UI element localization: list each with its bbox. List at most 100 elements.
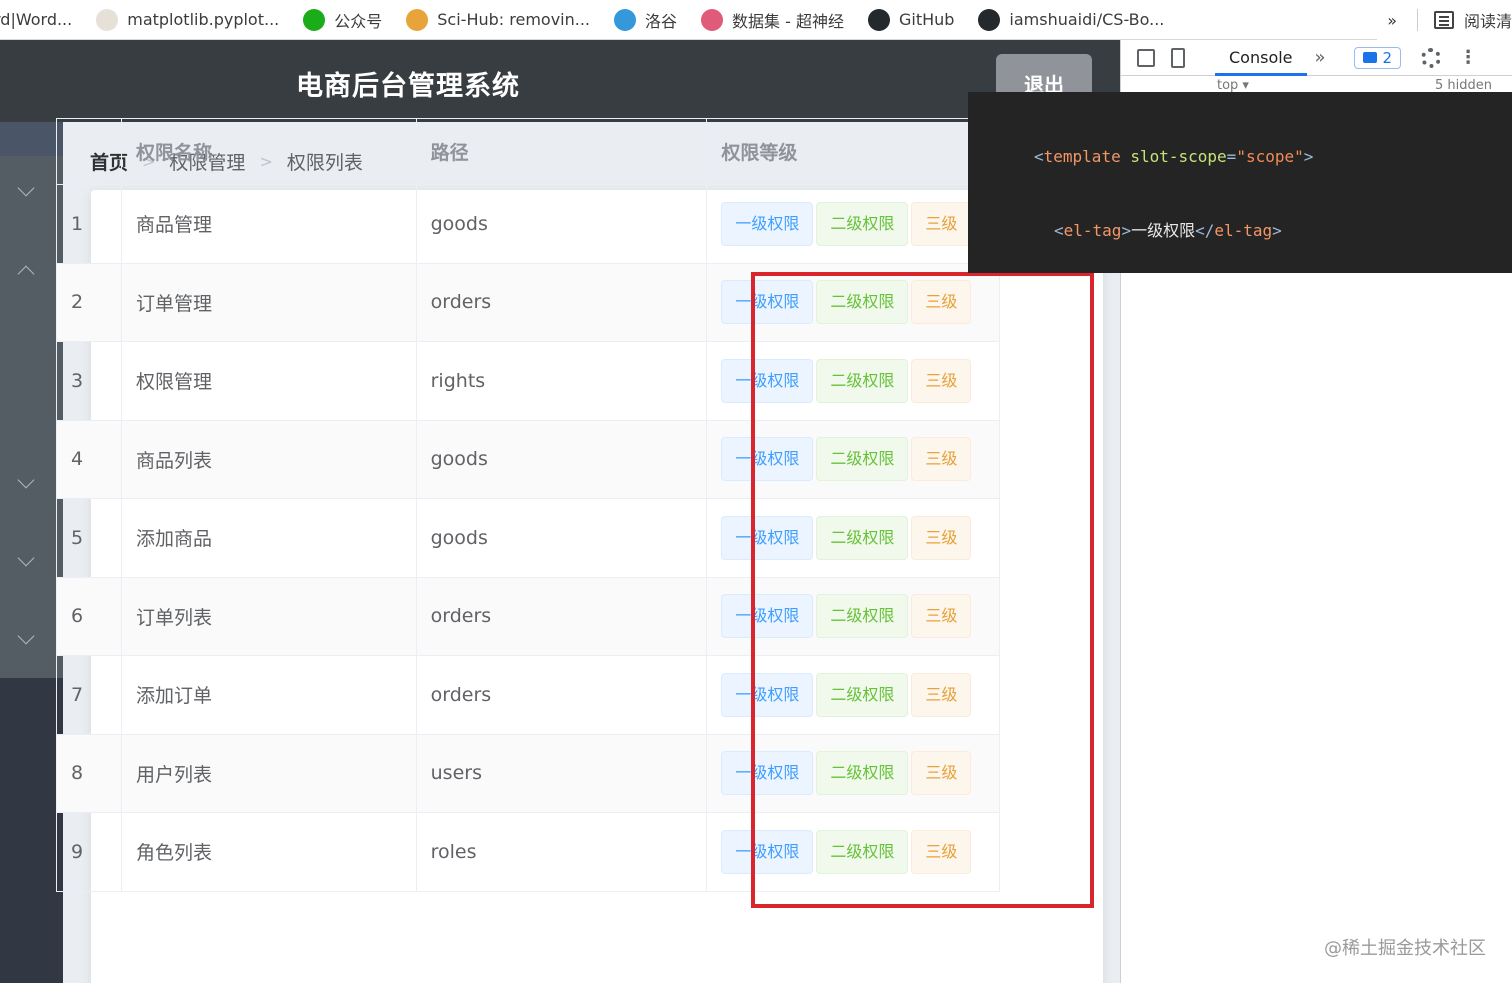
cell-index: 9	[57, 813, 122, 891]
issues-count: 2	[1382, 48, 1393, 67]
bookmark-item[interactable]: 洛谷	[614, 8, 677, 32]
issues-badge[interactable]: 2	[1353, 46, 1402, 69]
app-title: 电商后台管理系统	[296, 71, 520, 102]
cell-level: 一级权限 二级权限 三级	[707, 577, 1000, 655]
bookmarks-right: » 阅读清	[1377, 0, 1512, 40]
devtools-toolbar: Console » 2 ⋮	[1121, 40, 1512, 76]
chevron-up-icon[interactable]	[17, 265, 35, 283]
cell-index: 8	[57, 734, 122, 812]
luogu-icon	[614, 8, 636, 31]
tag-primary: 一级权限	[721, 358, 814, 403]
cell-path: users	[417, 734, 708, 812]
permissions-table: 权限名称 路径 权限等级 1 商品管理 goods 一级权限 二级权限 三级 2 订单管理 or…	[56, 118, 1000, 892]
cell-name: 商品列表	[122, 420, 417, 498]
matplotlib-icon	[96, 8, 119, 31]
cell-level: 一级权限 二级权限 三级	[707, 342, 1000, 420]
inspect-icon[interactable]	[1137, 48, 1155, 67]
cell-name: 商品管理	[122, 185, 417, 263]
code-line: <template slot-scope="scope">	[1034, 146, 1314, 166]
bookmark-label: 公众号	[334, 11, 383, 31]
header-path: 路径	[417, 119, 708, 184]
hyperai-icon	[701, 8, 724, 31]
bookmark-item[interactable]: matplotlib.pyplot...	[96, 8, 279, 31]
tag-warning: 三级	[911, 594, 972, 639]
divider	[1416, 9, 1418, 31]
tag-warning: 三级	[911, 358, 972, 403]
wechat-icon	[303, 8, 326, 31]
gear-icon[interactable]	[1421, 47, 1442, 68]
cell-level: 一级权限 二级权限 三级	[707, 499, 1000, 577]
cell-path: orders	[417, 656, 708, 734]
tag-primary: 一级权限	[721, 594, 814, 639]
bookmark-label: iamshuaidi/CS-Bo...	[1009, 10, 1165, 29]
table-row: 7 添加订单 orders 一级权限 二级权限 三级	[57, 656, 1000, 735]
cell-name: 用户列表	[122, 734, 417, 812]
tag-primary: 一级权限	[721, 829, 814, 874]
message-icon	[1362, 52, 1377, 63]
chevron-down-icon[interactable]	[17, 549, 35, 567]
table-row: 8 用户列表 users 一级权限 二级权限 三级	[57, 734, 1000, 813]
cell-path: goods	[417, 420, 708, 498]
bookmark-label: Sci-Hub: removin...	[437, 10, 590, 29]
table-row: 5 添加商品 goods 一级权限 二级权限 三级	[57, 499, 1000, 578]
bookmark-label: rd|Word...	[0, 10, 73, 29]
tag-primary: 一级权限	[721, 672, 814, 717]
cell-level: 一级权限 二级权限 三级	[707, 263, 1000, 341]
tag-primary: 一级权限	[721, 437, 814, 482]
header-index	[57, 119, 122, 184]
table-row: 9 角色列表 roles 一级权限 二级权限 三级	[57, 813, 1000, 892]
cell-name: 添加商品	[122, 499, 417, 577]
device-toggle-icon[interactable]	[1171, 47, 1185, 68]
tag-primary: 一级权限	[721, 280, 814, 325]
tag-warning: 三级	[911, 751, 972, 796]
cell-level: 一级权限 二级权限 三级	[707, 420, 1000, 498]
bookmark-item[interactable]: 数据集 - 超神经	[701, 8, 844, 32]
table-row: 6 订单列表 orders 一级权限 二级权限 三级	[57, 577, 1000, 656]
reading-list-label[interactable]: 阅读清	[1464, 8, 1512, 32]
sidebar-toggle[interactable]	[0, 122, 63, 156]
cell-name: 权限管理	[122, 342, 417, 420]
watermark: @稀土掘金技术社区	[1324, 938, 1486, 959]
tab-console[interactable]: Console	[1215, 40, 1307, 76]
tag-success: 二级权限	[816, 594, 909, 639]
bookmark-item[interactable]: 公众号	[303, 8, 382, 32]
app-header: 电商后台管理系统 退出	[0, 40, 1120, 122]
tag-success: 二级权限	[816, 201, 909, 246]
bookmarks-bar: rd|Word... matplotlib.pyplot... 公众号 Sci-Hub…	[0, 0, 1512, 40]
bookmark-item[interactable]: Sci-Hub: removin...	[406, 8, 590, 31]
more-tabs-button[interactable]: »	[1315, 47, 1326, 68]
bookmark-item[interactable]: iamshuaidi/CS-Bo...	[978, 8, 1165, 31]
cell-index: 7	[57, 656, 122, 734]
cell-name: 订单列表	[122, 577, 417, 655]
cell-level: 一级权限 二级权限 三级	[707, 734, 1000, 812]
chevron-down-icon[interactable]	[17, 471, 35, 489]
bookmark-label: GitHub	[898, 10, 955, 29]
sidebar-menu	[0, 122, 63, 678]
cell-level: 一级权限 二级权限 三级	[707, 813, 1000, 891]
tag-warning: 三级	[911, 201, 972, 246]
cell-index: 2	[57, 263, 122, 341]
bookmarks-overflow-button[interactable]: »	[1387, 11, 1397, 30]
tag-warning: 三级	[911, 829, 972, 874]
code-snippet: <template slot-scope="scope"> <el-tag>一级…	[968, 92, 1512, 273]
bookmark-item[interactable]: rd|Word...	[0, 10, 72, 29]
cell-path: orders	[417, 577, 708, 655]
chevron-down-icon[interactable]	[17, 627, 35, 645]
reading-list-icon[interactable]	[1433, 11, 1454, 29]
tag-warning: 三级	[911, 280, 972, 325]
bookmark-item[interactable]: GitHub	[867, 8, 955, 31]
tag-success: 二级权限	[816, 437, 909, 482]
context-select[interactable]: top ▾	[1217, 78, 1249, 93]
hidden-count: 5 hidden	[1435, 78, 1492, 93]
table-row: 1 商品管理 goods 一级权限 二级权限 三级	[57, 185, 1000, 264]
cell-index: 1	[57, 185, 122, 263]
cell-path: roles	[417, 813, 708, 891]
tag-primary: 一级权限	[721, 515, 814, 560]
kebab-menu-icon[interactable]: ⋮	[1459, 47, 1477, 68]
chevron-down-icon[interactable]	[17, 179, 35, 197]
cell-level: 一级权限 二级权限 三级	[707, 656, 1000, 734]
cell-index: 4	[57, 420, 122, 498]
tag-warning: 三级	[911, 437, 972, 482]
github-icon	[978, 8, 1001, 31]
tag-success: 二级权限	[816, 829, 909, 874]
